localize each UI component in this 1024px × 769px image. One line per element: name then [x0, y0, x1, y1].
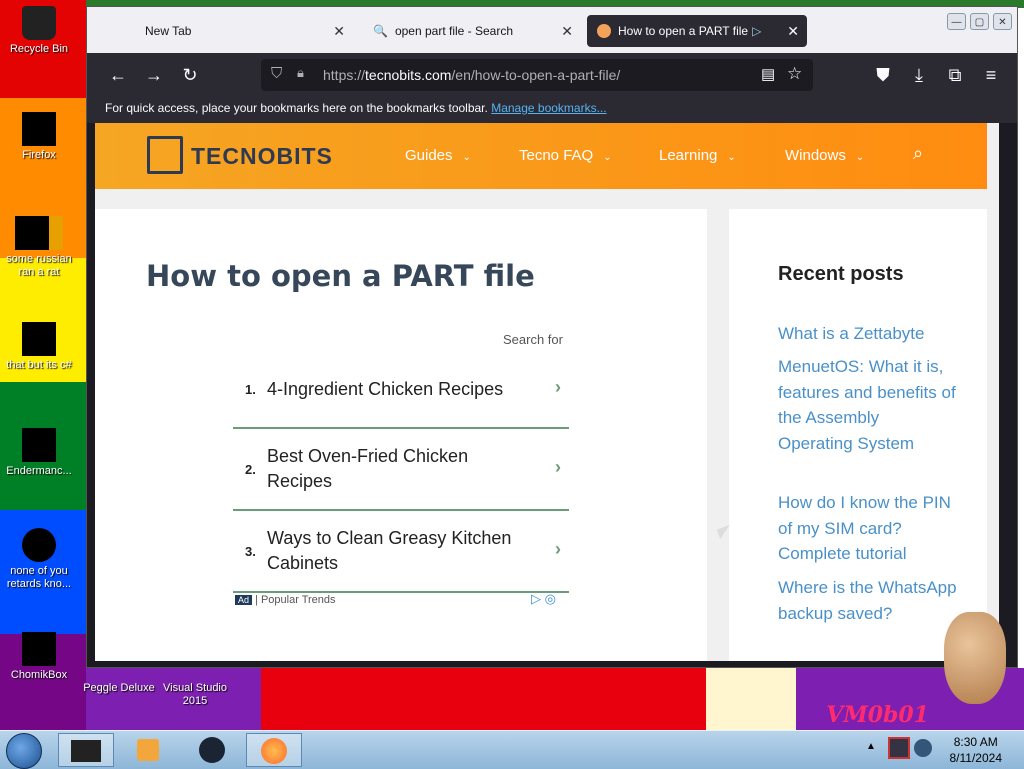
bookmarks-toolbar: For quick access, place your bookmarks h… [87, 97, 1017, 123]
close-icon[interactable]: ✕ [333, 23, 345, 40]
tecnobits-favicon-icon [597, 24, 611, 38]
desktop-icon-firefox[interactable]: Firefox [0, 112, 78, 162]
desktop-icon-rat[interactable]: some russian ran a rat [0, 216, 78, 279]
desktop-icon-chomikbox[interactable]: ChomikBox [0, 632, 78, 682]
recent-post-link[interactable]: Where is the WhatsApp backup saved? [778, 575, 958, 626]
terminal-icon [71, 740, 101, 762]
chevron-right-icon: › [555, 539, 561, 559]
chevron-down-icon: ⌄ [855, 152, 865, 163]
show-hidden-icons[interactable]: ▲ [866, 741, 876, 752]
tab-bar: New Tab ✕ 🔍 open part file - Search ✕ Ho… [87, 7, 1017, 53]
desktop-icon-peggle[interactable]: Peggle Deluxe [80, 682, 158, 695]
menu-windows[interactable]: Windows ⌄ [785, 147, 864, 164]
tab-search[interactable]: 🔍 open part file - Search ✕ [363, 15, 581, 47]
hamster-sticker-icon [944, 612, 1006, 704]
network-icon[interactable] [888, 737, 910, 759]
site-logo[interactable]: TECNOBITS [191, 143, 333, 170]
page-title: How to open a PART file [146, 259, 535, 293]
tray-app-icon[interactable] [914, 739, 932, 757]
chevron-down-icon: ⌄ [727, 152, 736, 163]
menu-icon[interactable]: ≡ [979, 63, 1003, 87]
taskbar-item-app[interactable] [184, 733, 240, 767]
menu-learning[interactable]: Learning ⌄ [659, 147, 736, 164]
firefox-icon [261, 738, 287, 764]
start-button[interactable] [6, 733, 42, 769]
folder-stack-icon [22, 322, 56, 356]
desktop-icon-none-of-you[interactable]: none of you retards kno... [0, 528, 78, 591]
chevron-right-icon: › [555, 457, 561, 477]
manage-bookmarks-link[interactable]: Manage bookmarks... [491, 101, 606, 115]
site-header: TECNOBITS Guides ⌄ Tecno FAQ ⌄ Learning ⌄ W… [95, 123, 999, 189]
bookmark-star-icon[interactable]: ☆ [787, 64, 802, 84]
search-for-label: Search for [503, 332, 563, 347]
recent-post-link[interactable]: How do I know the PIN of my SIM card? Co… [778, 490, 958, 567]
taskbar-item-media[interactable] [120, 733, 176, 767]
scrollbar[interactable] [987, 123, 999, 661]
chomikbox-icon [22, 632, 56, 666]
recycle-bin-icon [22, 6, 56, 40]
wallpaper-text: VM0b01 [826, 702, 929, 728]
ad-result-2[interactable]: 2. Best Oven-Fried Chicken Recipes › [233, 429, 569, 511]
tecnobits-logo-icon [147, 136, 183, 174]
article: How to open a PART file Search for 1. 4-… [95, 209, 707, 661]
taskbar-clock[interactable]: 8:30 AM 8/11/2024 [950, 734, 1003, 766]
globe-icon [199, 737, 225, 763]
desktop-icon-recycle-bin[interactable]: Recycle Bin [0, 6, 78, 56]
desktop-icon-csharp[interactable]: that but its c# [0, 322, 78, 372]
navigation-toolbar: ← → ↻ ⛉ 🔒︎ https://tecnobits.com/en/how-… [87, 53, 1017, 97]
ad-footer: Ad | Popular Trends [235, 594, 336, 606]
ad-result-3[interactable]: 3. Ways to Clean Greasy Kitchen Cabinets… [233, 511, 569, 593]
taskbar-item-terminal[interactable] [58, 733, 114, 767]
tab-how-to-open-part[interactable]: How to open a PART file ▷ ✕ [587, 15, 807, 47]
search-icon: 🔍 [373, 24, 388, 38]
site-search-icon[interactable]: ⌕ [913, 143, 923, 164]
ad-choices-icon[interactable]: ▷ ◎ [531, 591, 556, 607]
pocket-icon[interactable]: ⛊ [871, 63, 895, 87]
shield-icon[interactable]: ⛉ [271, 65, 282, 82]
desktop-icon-visual-studio[interactable]: Visual Studio 2015 [156, 682, 234, 708]
downloads-icon[interactable]: ⤓ [907, 63, 931, 87]
url-bar[interactable]: ⛉ 🔒︎ https://tecnobits.com/en/how-to-ope… [261, 59, 813, 91]
program-icon [15, 216, 63, 250]
back-button[interactable]: ← [106, 63, 130, 87]
chevron-down-icon: ⌄ [603, 152, 612, 163]
taskbar: ▲ 8:30 AM 8/11/2024 [0, 730, 1024, 769]
maximize-button[interactable]: ▢ [970, 13, 989, 30]
chevron-down-icon: ⌄ [462, 152, 471, 163]
reader-view-icon[interactable]: ▤ [761, 65, 775, 83]
browser-window: New Tab ✕ 🔍 open part file - Search ✕ Ho… [86, 6, 1018, 668]
chevron-right-icon: › [555, 377, 561, 397]
sidebar-recent-posts: Recent posts What is a Zettabyte MenuetO… [729, 209, 999, 661]
lock-icon[interactable]: 🔒︎ [297, 65, 304, 81]
minimize-button[interactable]: — [947, 13, 966, 30]
page-viewport: TECNOBITS Guides ⌄ Tecno FAQ ⌄ Learning ⌄ W… [95, 123, 999, 661]
ad-badge: Ad [235, 595, 253, 605]
recent-post-link[interactable]: MenuetOS: What it is, features and benef… [778, 354, 958, 456]
forward-button[interactable]: → [142, 63, 166, 87]
media-player-icon [137, 739, 159, 761]
window-close-button[interactable]: ✕ [993, 13, 1012, 30]
url-text: https://tecnobits.com/en/how-to-open-a-p… [323, 67, 621, 83]
menu-tecno-faq[interactable]: Tecno FAQ ⌄ [519, 147, 612, 164]
app-icon [22, 528, 56, 562]
menu-guides[interactable]: Guides ⌄ [405, 147, 471, 164]
extensions-icon[interactable]: ⧉ [943, 63, 967, 87]
taskbar-item-firefox[interactable] [246, 733, 302, 767]
desktop-icon-endermanch[interactable]: Endermanc... [0, 428, 78, 478]
reload-button[interactable]: ↻ [178, 63, 202, 87]
firefox-icon [22, 112, 56, 146]
recent-post-link[interactable]: What is a Zettabyte [778, 321, 958, 347]
ad-result-1[interactable]: 1. 4-Ingredient Chicken Recipes › [233, 359, 569, 429]
close-icon[interactable]: ✕ [561, 23, 573, 40]
media-playing-icon: ▷ [752, 24, 762, 38]
recent-posts-heading: Recent posts [778, 263, 904, 285]
close-icon[interactable]: ✕ [787, 23, 799, 40]
tab-new-tab[interactable]: New Tab ✕ [135, 15, 353, 47]
window-app-icon [22, 428, 56, 462]
